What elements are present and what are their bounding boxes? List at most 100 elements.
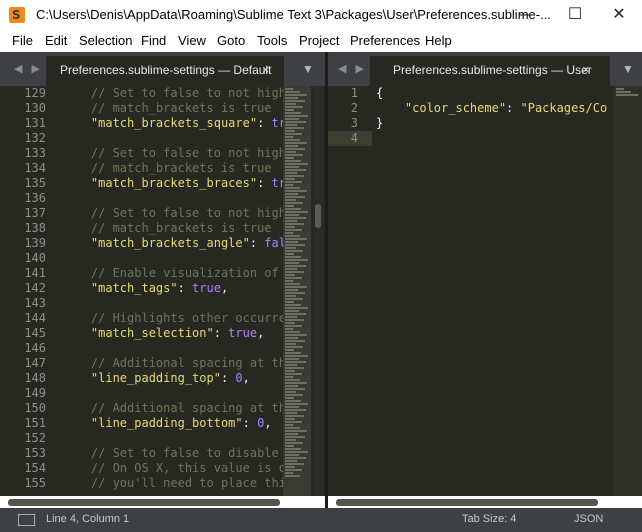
code-token: : xyxy=(177,281,193,295)
line-number: 136 xyxy=(24,191,46,205)
line-number: 143 xyxy=(24,296,46,310)
code-line[interactable]: // Set to false to disable xyxy=(62,446,279,461)
code-line[interactable]: // match_brackets is true xyxy=(62,101,272,116)
minimap-line xyxy=(285,421,302,423)
right-tab-bar: ◀ ▶ Preferences.sublime-settings — User … xyxy=(328,52,642,86)
minimap-line xyxy=(285,211,308,213)
minimap-line xyxy=(285,418,295,420)
menu-tools[interactable]: Tools xyxy=(257,33,287,48)
code-line[interactable]: "color_scheme": "Packages/Co xyxy=(376,101,607,116)
minimap-line xyxy=(285,190,307,192)
code-token: 0 xyxy=(235,371,243,385)
sublime-app-icon[interactable]: S xyxy=(9,7,25,23)
syntax-mode[interactable]: JSON xyxy=(574,513,603,525)
line-number: 130 xyxy=(24,101,46,115)
minimap-line xyxy=(285,277,302,279)
minimap-line xyxy=(285,442,303,444)
menu-view[interactable]: View xyxy=(178,33,206,48)
menu-preferences[interactable]: Preferences xyxy=(350,33,420,48)
code-line[interactable]: { xyxy=(376,86,383,101)
code-line[interactable]: // Additional spacing at th xyxy=(62,401,286,416)
code-line[interactable]: // Additional spacing at th xyxy=(62,356,286,371)
minimap[interactable] xyxy=(283,86,311,496)
right-horizontal-scrollbar[interactable] xyxy=(336,499,598,506)
tab-nav-arrows-icon[interactable]: ◀ ▶ xyxy=(338,62,367,75)
minimap-line xyxy=(285,175,304,177)
code-line[interactable]: "line_padding_bottom": 0, xyxy=(62,416,272,431)
minimap-line xyxy=(285,301,294,303)
code-token: "match_brackets_braces" xyxy=(62,176,258,190)
minimap-line xyxy=(285,394,303,396)
minimap[interactable] xyxy=(614,86,642,496)
close-icon[interactable]: × xyxy=(582,62,590,77)
minimize-button[interactable]: — xyxy=(504,0,550,30)
code-line[interactable]: "match_brackets_square": tr xyxy=(62,116,286,131)
code-token: // Set to false to not high xyxy=(62,86,286,100)
code-line[interactable]: // Enable visualization of xyxy=(62,266,279,281)
menu-selection[interactable]: Selection xyxy=(79,33,132,48)
minimap-line xyxy=(285,235,300,237)
minimap-line xyxy=(285,118,299,120)
menu-project[interactable]: Project xyxy=(299,33,339,48)
menu-bar: File Edit Selection Find View Goto Tools… xyxy=(0,30,642,52)
code-line[interactable]: // Set to false to not high xyxy=(62,146,286,161)
minimap-line xyxy=(285,307,308,309)
close-icon[interactable]: × xyxy=(262,62,270,77)
minimap-line xyxy=(285,163,308,165)
minimap-line xyxy=(285,148,305,150)
code-line[interactable]: "line_padding_top": 0, xyxy=(62,371,250,386)
menu-help[interactable]: Help xyxy=(425,33,452,48)
minimap-line xyxy=(285,289,298,291)
window-title: C:\Users\Denis\AppData\Roaming\Sublime T… xyxy=(36,7,551,22)
menu-goto[interactable]: Goto xyxy=(217,33,245,48)
chevron-down-icon[interactable]: ▼ xyxy=(302,62,314,76)
tab-size[interactable]: Tab Size: 4 xyxy=(462,513,516,525)
minimap-line xyxy=(285,268,297,270)
line-number: 134 xyxy=(24,161,46,175)
minimap-line xyxy=(285,292,305,294)
code-line[interactable]: // Set to false to not high xyxy=(62,86,286,101)
menu-edit[interactable]: Edit xyxy=(45,33,67,48)
code-line[interactable]: "match_brackets_angle": fal xyxy=(62,236,286,251)
code-line[interactable]: } xyxy=(376,116,383,131)
panel-toggle-icon[interactable] xyxy=(18,514,35,526)
maximize-button[interactable]: ☐ xyxy=(552,0,598,30)
minimap-line xyxy=(285,403,308,405)
code-line[interactable]: // Highlights other occurre xyxy=(62,311,286,326)
menu-file[interactable]: File xyxy=(12,33,33,48)
code-line[interactable]: // match_brackets is true xyxy=(62,161,272,176)
minimap-line xyxy=(285,355,308,357)
minimap-line xyxy=(285,199,296,201)
line-number: 129 xyxy=(24,86,46,100)
minimap-line xyxy=(285,145,298,147)
code-line[interactable]: // Set to false to not high xyxy=(62,206,286,221)
minimap-line xyxy=(285,295,296,297)
code-token: : xyxy=(257,116,272,130)
close-button[interactable]: ✕ xyxy=(596,0,642,30)
left-editor-pane[interactable]: 129 130 131 132 133 134 135 136 137 138 139 140 141 1… xyxy=(0,86,325,496)
tab-user-settings[interactable]: Preferences.sublime-settings — User × xyxy=(370,56,610,86)
code-line[interactable]: "match_selection": true, xyxy=(62,326,264,341)
minimap-line xyxy=(285,460,297,462)
tab-default-settings[interactable]: Preferences.sublime-settings — Default × xyxy=(46,56,284,86)
code-token: : xyxy=(242,416,258,430)
minimap-line xyxy=(285,334,307,336)
minimap-line xyxy=(285,109,294,111)
chevron-down-icon[interactable]: ▼ xyxy=(622,62,634,76)
code-line[interactable]: // On OS X, this value is o xyxy=(62,461,286,476)
code-line[interactable]: "match_tags": true, xyxy=(62,281,228,296)
tab-nav-arrows-icon[interactable]: ◀ ▶ xyxy=(14,62,43,75)
scrollbar-thumb[interactable] xyxy=(315,204,321,228)
code-token: , xyxy=(257,326,265,340)
minimap-line xyxy=(285,103,296,105)
code-line[interactable]: // you'll need to place thi xyxy=(62,476,286,491)
code-token: // match_brackets is true xyxy=(62,101,272,115)
code-line[interactable]: "match_brackets_braces": tr xyxy=(62,176,286,191)
left-horizontal-scrollbar[interactable] xyxy=(8,499,280,506)
code-line[interactable]: // match_brackets is true xyxy=(62,221,272,236)
menu-find[interactable]: Find xyxy=(141,33,166,48)
right-editor-pane[interactable]: 1234 { "color_scheme": "Packages/Co} xyxy=(328,86,642,496)
vertical-scrollbar[interactable] xyxy=(313,86,323,496)
minimap-line xyxy=(285,400,301,402)
code-token: true xyxy=(192,281,221,295)
